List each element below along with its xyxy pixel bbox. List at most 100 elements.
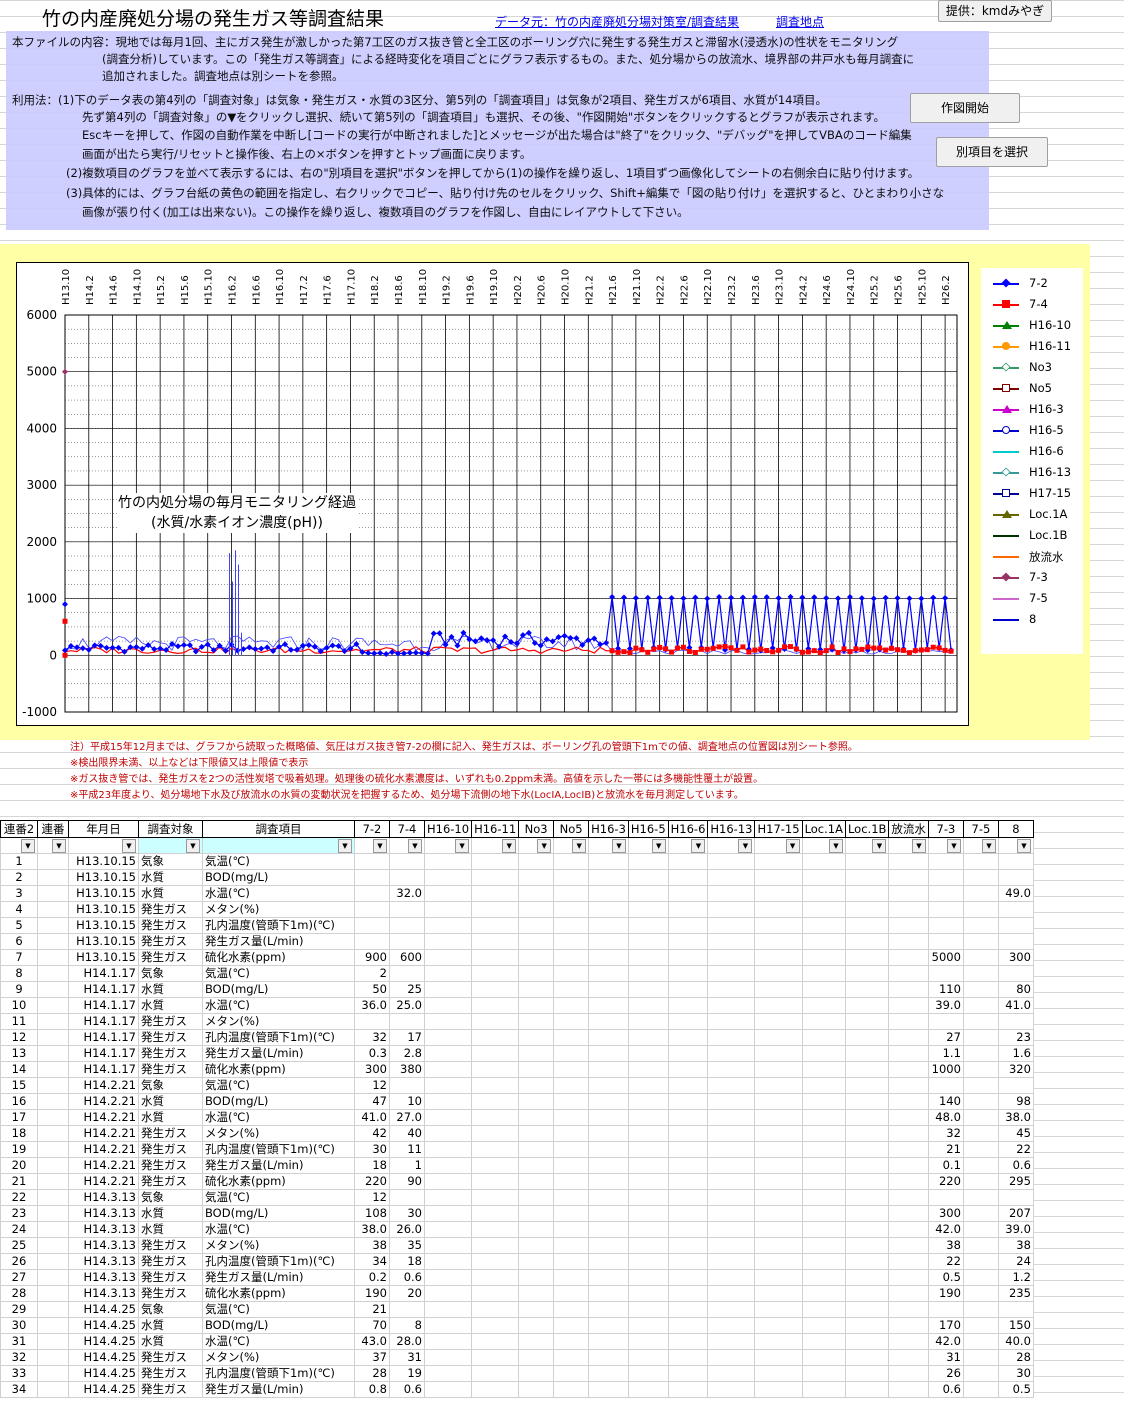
table-cell[interactable] xyxy=(754,1189,803,1206)
table-cell[interactable] xyxy=(667,933,709,950)
table-cell[interactable]: H13.10.15 xyxy=(68,869,139,886)
table-cell[interactable]: 23 xyxy=(997,1029,1034,1046)
table-cell[interactable] xyxy=(707,1141,756,1158)
table-cell[interactable] xyxy=(423,1301,473,1318)
table-cell[interactable] xyxy=(667,997,709,1014)
table-cell[interactable] xyxy=(844,997,890,1014)
table-cell[interactable] xyxy=(471,1317,520,1334)
table-cell[interactable] xyxy=(707,1221,756,1238)
table-cell[interactable] xyxy=(667,917,709,934)
table-cell[interactable]: 21 xyxy=(354,1301,390,1318)
table-cell[interactable]: 発生ガス xyxy=(138,1013,203,1030)
table-cell[interactable] xyxy=(37,1381,69,1398)
table-cell[interactable] xyxy=(471,901,520,918)
table-cell[interactable] xyxy=(627,1029,669,1046)
table-cell[interactable]: 235 xyxy=(997,1285,1034,1302)
table-cell[interactable] xyxy=(754,1349,803,1366)
table-cell[interactable]: 34 xyxy=(354,1253,390,1270)
table-cell[interactable] xyxy=(667,1253,709,1270)
table-cell[interactable] xyxy=(754,1365,803,1382)
table-cell[interactable] xyxy=(518,1221,555,1238)
table-cell[interactable] xyxy=(423,885,473,902)
table-cell[interactable]: H13.10.15 xyxy=(68,949,139,966)
table-cell[interactable]: 27 xyxy=(0,1269,38,1286)
table-cell[interactable] xyxy=(667,1349,709,1366)
table-cell[interactable] xyxy=(927,1013,964,1030)
table-cell[interactable] xyxy=(389,933,425,950)
table-cell[interactable] xyxy=(888,949,929,966)
table-cell[interactable]: 26 xyxy=(0,1253,38,1270)
table-cell[interactable] xyxy=(471,981,520,998)
table-cell[interactable] xyxy=(801,1269,846,1286)
table-cell[interactable] xyxy=(754,1029,803,1046)
table-cell[interactable]: 600 xyxy=(389,949,425,966)
table-cell[interactable] xyxy=(37,1317,69,1334)
table-cell[interactable] xyxy=(707,1109,756,1126)
table-cell[interactable] xyxy=(667,1125,709,1142)
filter-dropdown-icon[interactable]: ▼ xyxy=(52,838,66,853)
table-cell[interactable] xyxy=(471,1109,520,1126)
table-cell[interactable] xyxy=(801,997,846,1014)
table-cell[interactable] xyxy=(801,1109,846,1126)
table-cell[interactable] xyxy=(927,1189,964,1206)
table-cell[interactable] xyxy=(588,1317,629,1334)
table-cell[interactable] xyxy=(423,1061,473,1078)
table-cell[interactable]: 水質 xyxy=(138,1333,203,1350)
table-cell[interactable]: H14.1.17 xyxy=(68,1029,139,1046)
table-cell[interactable] xyxy=(627,1317,669,1334)
table-cell[interactable] xyxy=(518,1045,555,1062)
table-cell[interactable] xyxy=(801,1157,846,1174)
table-cell[interactable] xyxy=(667,1269,709,1286)
select-item-button[interactable]: 別項目を選択 xyxy=(936,137,1048,167)
table-cell[interactable]: 1.2 xyxy=(997,1269,1034,1286)
table-cell[interactable]: 23 xyxy=(0,1205,38,1222)
table-cell[interactable] xyxy=(962,1221,999,1238)
table-cell[interactable] xyxy=(518,1317,555,1334)
table-cell[interactable] xyxy=(997,917,1034,934)
table-cell[interactable] xyxy=(707,1013,756,1030)
table-cell[interactable] xyxy=(962,1173,999,1190)
table-cell[interactable] xyxy=(471,1029,520,1046)
table-cell[interactable]: BOD(mg/L) xyxy=(202,1093,355,1110)
table-cell[interactable] xyxy=(707,1333,756,1350)
table-cell[interactable]: 28.0 xyxy=(389,1333,425,1350)
table-cell[interactable]: 0.8 xyxy=(354,1381,390,1398)
table-cell[interactable] xyxy=(844,965,890,982)
table-cell[interactable] xyxy=(707,1349,756,1366)
table-cell[interactable] xyxy=(667,869,709,886)
table-cell[interactable] xyxy=(627,1333,669,1350)
table-cell[interactable] xyxy=(471,1205,520,1222)
table-cell[interactable] xyxy=(754,1333,803,1350)
table-cell[interactable] xyxy=(627,1109,669,1126)
table-cell[interactable] xyxy=(888,1189,929,1206)
table-cell[interactable] xyxy=(801,1189,846,1206)
table-cell[interactable] xyxy=(471,1093,520,1110)
table-cell[interactable]: H14.4.25 xyxy=(68,1349,139,1366)
table-cell[interactable]: 18 xyxy=(0,1125,38,1142)
table-cell[interactable] xyxy=(518,1189,555,1206)
table-cell[interactable] xyxy=(518,1141,555,1158)
table-cell[interactable] xyxy=(707,1173,756,1190)
table-cell[interactable]: 15 xyxy=(0,1077,38,1094)
table-cell[interactable] xyxy=(389,965,425,982)
table-cell[interactable]: 気象 xyxy=(138,1077,203,1094)
table-cell[interactable] xyxy=(888,1141,929,1158)
table-cell[interactable] xyxy=(844,1061,890,1078)
table-cell[interactable] xyxy=(962,1269,999,1286)
table-cell[interactable] xyxy=(627,1301,669,1318)
table-cell[interactable] xyxy=(518,933,555,950)
table-cell[interactable] xyxy=(962,885,999,902)
table-cell[interactable] xyxy=(844,869,890,886)
table-cell[interactable]: 発生ガス xyxy=(138,1045,203,1062)
table-cell[interactable] xyxy=(37,853,69,870)
table-cell[interactable] xyxy=(627,1093,669,1110)
table-cell[interactable] xyxy=(927,1077,964,1094)
table-cell[interactable] xyxy=(37,1269,69,1286)
table-cell[interactable]: 8 xyxy=(0,965,38,982)
table-cell[interactable] xyxy=(553,1013,590,1030)
table-cell[interactable] xyxy=(707,1301,756,1318)
table-cell[interactable] xyxy=(667,901,709,918)
table-cell[interactable] xyxy=(667,1365,709,1382)
table-cell[interactable] xyxy=(754,1157,803,1174)
table-cell[interactable] xyxy=(471,997,520,1014)
